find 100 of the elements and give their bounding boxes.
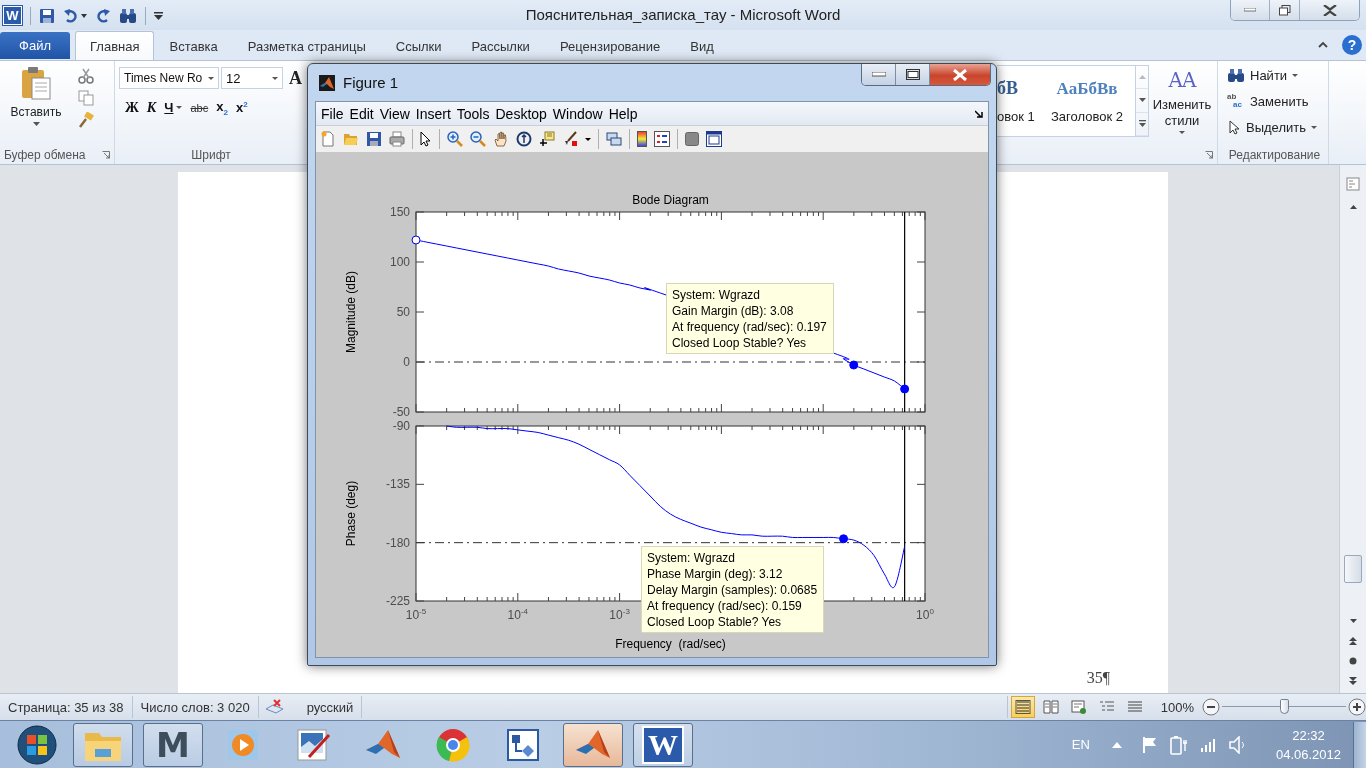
caret-icon <box>1138 98 1146 103</box>
restore-button[interactable] <box>1269 0 1299 20</box>
zoom-in-icon[interactable] <box>447 131 463 147</box>
scissors-icon[interactable] <box>78 68 94 84</box>
language-label[interactable]: русский <box>284 699 362 715</box>
dialog-launcher-icon[interactable] <box>1205 151 1213 159</box>
ribbon-tab[interactable]: Рецензирование <box>544 31 676 60</box>
style-gallery[interactable]: бВ овок 1 АаБбВв Заголовок 2 <box>997 65 1135 137</box>
change-styles-button[interactable]: AA Изменить стили <box>1149 65 1215 146</box>
ribbon-tab[interactable]: Вставка <box>154 31 233 60</box>
word-logo-icon[interactable]: W <box>3 6 22 25</box>
axis-tick-label: 10$^{-5}$ <box>405 607 427 622</box>
caret-icon[interactable] <box>176 106 183 110</box>
replace-button[interactable]: ab ac Заменить <box>1227 91 1322 111</box>
caret-icon[interactable] <box>585 137 591 141</box>
save-icon[interactable] <box>366 131 382 147</box>
caret-icon[interactable] <box>81 13 87 18</box>
data-point[interactable] <box>411 235 421 245</box>
script-button[interactable]: x$^{2}$ <box>235 100 248 116</box>
ribbon-tab[interactable]: Разметка страницы <box>232 31 381 60</box>
taskbar-button[interactable]: W <box>633 722 693 767</box>
view-icon <box>1014 700 1031 714</box>
data-point[interactable] <box>900 384 910 394</box>
data-point[interactable] <box>849 360 859 370</box>
save-icon[interactable] <box>39 7 55 24</box>
hand-icon[interactable] <box>493 131 509 147</box>
undo-icon[interactable] <box>63 7 79 24</box>
view-icon <box>1126 700 1143 714</box>
ribbon-tab[interactable]: Рассылки <box>456 31 545 60</box>
menu-item[interactable]: View <box>376 105 413 122</box>
round-logo-icon <box>435 726 471 763</box>
ribbon-tab[interactable]: Вид <box>675 31 729 60</box>
dock-arrow-icon[interactable] <box>975 109 983 118</box>
collapse-ribbon-icon[interactable] <box>1318 41 1328 48</box>
file-tab[interactable]: Файл <box>0 32 70 59</box>
paste-button[interactable]: Вставить <box>4 66 68 146</box>
scrollbar-thumb[interactable] <box>1344 555 1362 583</box>
print-icon[interactable] <box>389 131 405 147</box>
font-size-field[interactable]: 12 <box>221 67 283 89</box>
menu-item[interactable]: Tools <box>453 105 493 122</box>
font-name-field[interactable]: Times New Ro <box>119 67 219 89</box>
zoom-out-icon[interactable] <box>470 131 486 147</box>
legend-icon[interactable] <box>654 131 670 147</box>
menu-item[interactable]: Window <box>549 105 606 122</box>
style-name[interactable]: Заголовок 2 <box>1051 108 1123 124</box>
taskbar-button[interactable]: M <box>143 722 203 767</box>
redo-icon[interactable] <box>95 7 111 24</box>
speaker-icon[interactable] <box>1227 735 1246 754</box>
script-button[interactable]: x$_{2}$ <box>216 99 228 117</box>
strikethrough-button[interactable]: abc <box>190 101 209 114</box>
zoom-level[interactable]: 100% <box>1156 699 1202 715</box>
battery-icon[interactable] <box>1169 734 1188 755</box>
underline-button[interactable]: Ч <box>164 100 174 116</box>
zoom-in-button[interactable] <box>1348 698 1366 716</box>
axis-tick-label: 10$^{-3}$ <box>609 607 630 622</box>
style-sample[interactable]: АаБбВв <box>1056 78 1118 99</box>
customize-caret-icon[interactable] <box>154 11 163 20</box>
menu-item[interactable]: Help <box>605 105 641 122</box>
ribbon-tab[interactable]: Ссылки <box>380 31 457 60</box>
grow-font-button[interactable]: A <box>285 67 302 89</box>
help-icon[interactable]: ? <box>1342 35 1362 55</box>
italic-button[interactable]: К <box>146 99 157 116</box>
close-button[interactable] <box>929 64 990 85</box>
view-button[interactable] <box>1010 696 1035 718</box>
caret-icon <box>272 76 278 80</box>
maximize-button[interactable] <box>895 64 929 85</box>
taskbar-button[interactable] <box>73 722 133 767</box>
pointer-icon[interactable] <box>420 131 432 147</box>
menu-item[interactable]: Insert <box>412 105 454 122</box>
data-tip-line: Phase Margin (deg): 3.12 <box>647 566 784 582</box>
data-point[interactable] <box>839 534 849 544</box>
start-button[interactable] <box>17 724 57 765</box>
style-sample[interactable]: бВ <box>997 78 1018 99</box>
brush-icon[interactable] <box>78 112 94 128</box>
close-button[interactable] <box>1299 0 1359 20</box>
style-name[interactable]: овок 1 <box>997 109 1035 124</box>
brush-icon[interactable] <box>562 131 578 147</box>
word-count[interactable]: Число слов: 3 020 <box>132 699 258 715</box>
link-icon[interactable] <box>606 131 622 147</box>
binoculars-icon[interactable] <box>119 7 137 24</box>
show-desktop-button[interactable] <box>1353 721 1366 768</box>
page-count[interactable]: Страница: 35 из 38 <box>0 699 132 715</box>
ribbon-tab[interactable]: Главная <box>75 31 155 60</box>
select-button[interactable]: Выделить <box>1227 117 1322 137</box>
menu-item[interactable]: Edit <box>346 105 377 122</box>
panel-layout-icon[interactable] <box>706 131 722 147</box>
zoom-out-button[interactable] <box>1202 698 1220 716</box>
find-button[interactable]: Найти <box>1227 65 1322 85</box>
peak-icon[interactable] <box>319 75 335 91</box>
signal-icon[interactable] <box>1199 737 1216 752</box>
menu-item[interactable]: File <box>318 105 347 122</box>
data-cursor-icon[interactable] <box>539 131 555 147</box>
dialog-launcher-icon[interactable] <box>102 151 110 159</box>
taskbar-button[interactable] <box>563 722 623 767</box>
rotate-icon[interactable] <box>516 131 532 147</box>
menu-item[interactable]: Desktop <box>492 105 550 122</box>
colorbar-icon[interactable] <box>637 131 647 147</box>
bold-button[interactable]: Ж <box>125 99 139 116</box>
spelling-icon[interactable] <box>264 699 285 715</box>
slider-thumb[interactable] <box>1280 699 1289 714</box>
